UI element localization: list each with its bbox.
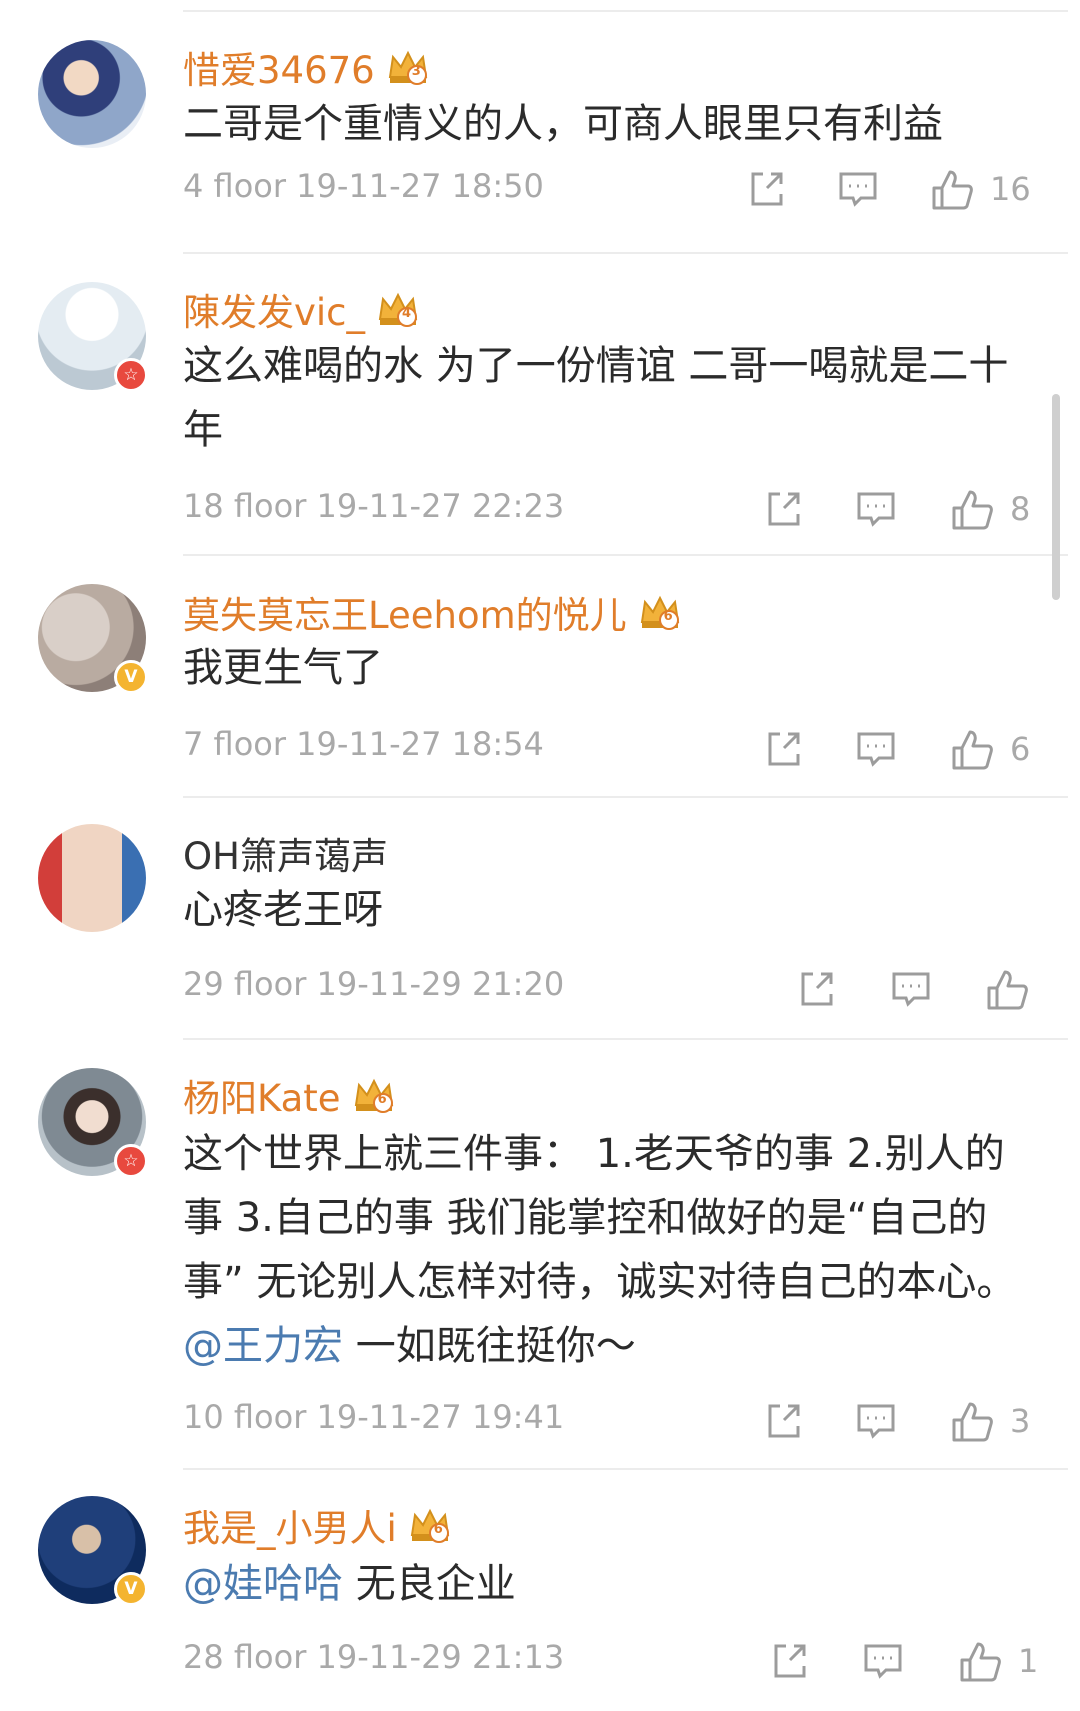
comment-icon[interactable] [890,968,932,1010]
comment-icon[interactable] [855,728,897,770]
comment-text: 这个世界上就三件事： 1.老天爷的事 2.别人的事 3.自己的事 我们能掌控和做… [183,1122,1023,1378]
like-icon[interactable] [958,1640,1004,1684]
username[interactable]: 杨阳Kate 6 [183,1068,395,1122]
username[interactable]: 惜爱34676 3 [183,40,429,94]
avatar[interactable]: ☆ [38,1068,148,1178]
scrollbar[interactable] [1052,394,1060,600]
username-text[interactable]: 惜爱34676 [183,40,375,94]
crown-level-text: 3 [411,64,421,79]
comment-meta: 18 floor 19-11-27 22:23 [183,487,564,525]
comment-text: 这么难喝的水 为了一份情谊 二哥一喝就是二十年 [183,343,1009,453]
crown-level-icon: 6 [409,1505,451,1545]
username[interactable]: 莫失莫忘王Leehom的悦儿 6 [183,585,681,639]
avatar[interactable] [38,40,146,148]
floor-label: 18 floor [183,487,307,525]
crown-level-text: 4 [402,306,412,321]
timestamp: 19-11-27 18:50 [296,167,544,205]
divider [183,1038,1068,1040]
comment-meta: 28 floor 19-11-29 21:13 [183,1638,564,1676]
verified-badge: V [114,660,148,694]
like-icon[interactable] [950,728,996,772]
timestamp: 19-11-27 19:41 [316,1398,565,1436]
comment-text: 心疼老王呀 [183,887,383,933]
crown-level-text: 6 [377,1092,387,1107]
floor-label: 29 floor [183,965,307,1003]
comment-meta: 4 floor 19-11-27 18:50 [183,167,544,205]
user-mention-link[interactable]: @王力宏 [183,1323,343,1369]
comment-text: 二哥是个重情义的人，可商人眼里只有利益 [183,101,943,147]
divider [183,252,1068,254]
timestamp: 19-11-29 21:20 [316,965,565,1003]
timestamp: 19-11-27 22:23 [316,487,565,525]
username-text[interactable]: OH箫声蔼声 [183,826,388,880]
timestamp: 19-11-29 21:13 [316,1638,565,1676]
comment-text: 我更生气了 [183,645,383,691]
comment-meta: 10 floor 19-11-27 19:41 [183,1398,564,1436]
like-icon[interactable] [985,968,1031,1012]
divider [183,796,1068,798]
like-count: 8 [1010,490,1031,528]
comment-icon[interactable] [855,488,897,530]
comment-icon[interactable] [862,1640,904,1682]
timestamp: 19-11-27 18:54 [296,725,544,763]
divider [183,10,1068,12]
username-text[interactable]: 杨阳Kate [183,1068,341,1122]
comment-text: @娃哈哈 无良企业 [183,1552,1023,1616]
share-icon[interactable] [762,1400,804,1442]
username[interactable]: OH箫声蔼声 [183,826,388,880]
like-count: 1 [1018,1642,1039,1680]
username[interactable]: 陳发发vic_ 4 [183,282,419,336]
floor-label: 28 floor [183,1638,307,1676]
share-icon[interactable] [795,968,837,1010]
username-text[interactable]: 陳发发vic_ [183,282,365,336]
like-icon[interactable] [950,1400,996,1444]
like-icon[interactable] [930,168,976,212]
floor-label: 4 floor [183,167,286,205]
comment-meta: 7 floor 19-11-27 18:54 [183,725,544,763]
like-count: 16 [990,170,1031,208]
comment-tail: 一如既往挺你～ [343,1323,636,1369]
avatar[interactable]: ☆ [38,282,148,392]
username[interactable]: 我是_小男人i 6 [183,1498,451,1552]
comment-meta: 29 floor 19-11-29 21:20 [183,965,564,1003]
comment-icon[interactable] [837,168,879,210]
comment-icon[interactable] [855,1400,897,1442]
username-text[interactable]: 我是_小男人i [183,1498,397,1552]
verified-badge: V [114,1572,148,1606]
divider [183,554,1068,556]
avatar[interactable]: V [38,584,148,694]
divider [183,1468,1068,1470]
comment-body: 这个世界上就三件事： 1.老天爷的事 2.别人的事 3.自己的事 我们能掌控和做… [183,1131,1017,1305]
like-count: 6 [1010,730,1031,768]
crown-level-icon: 6 [639,592,681,632]
comment-body: 无良企业 [343,1561,516,1607]
like-icon[interactable] [950,488,996,532]
avatar[interactable]: V [38,1496,148,1606]
crown-level-icon: 4 [377,289,419,329]
crown-level-icon: 6 [353,1075,395,1115]
share-icon[interactable] [768,1640,810,1682]
avatar[interactable] [38,824,146,932]
verified-badge: ☆ [114,358,148,392]
share-icon[interactable] [745,168,787,210]
user-mention-link[interactable]: @娃哈哈 [183,1561,343,1607]
crown-level-icon: 3 [387,47,429,87]
like-count: 3 [1010,1402,1031,1440]
username-text[interactable]: 莫失莫忘王Leehom的悦儿 [183,585,627,639]
share-icon[interactable] [762,728,804,770]
share-icon[interactable] [762,488,804,530]
crown-level-text: 6 [663,609,673,624]
verified-badge: ☆ [114,1144,148,1178]
floor-label: 7 floor [183,725,286,763]
floor-label: 10 floor [183,1398,307,1436]
crown-level-text: 6 [433,1522,443,1537]
